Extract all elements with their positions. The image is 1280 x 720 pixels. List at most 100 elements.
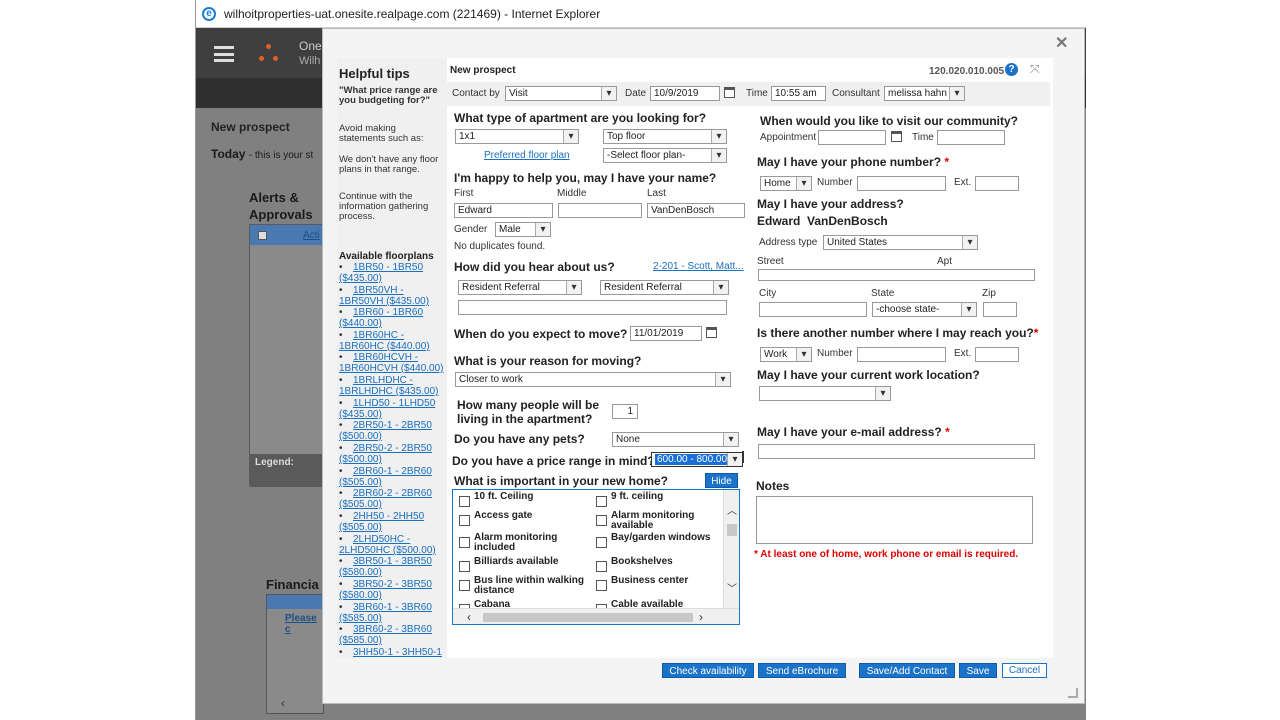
hear-question: How did you hear about us? [454,260,615,274]
work-location-select[interactable] [759,386,891,401]
floorplan-link[interactable]: 3BR50-1 - 3BR50 ($580.00) [339,556,447,578]
floorplan-link[interactable]: 2BR50-1 - 2BR50 ($500.00) [339,420,447,442]
amenities-hscroll[interactable]: ‹ › [453,608,739,624]
bg-action-link[interactable]: Acti [303,230,320,241]
reason-select[interactable]: Closer to work [455,372,731,387]
floorplan-link[interactable]: 1BR50VH - 1BR50VH ($435.00) [339,285,447,307]
amenity-checkbox[interactable] [459,537,470,548]
pets-select[interactable]: None [612,432,739,447]
people-input[interactable]: 1 [612,404,638,419]
hear-notes-input[interactable] [458,300,727,315]
amenity-checkbox[interactable] [459,580,470,591]
scroll-left-icon[interactable]: ‹ [467,610,471,624]
zip-input[interactable] [983,302,1017,317]
mouse-cursor-icon [742,451,744,463]
scroll-right-icon[interactable]: › [699,610,703,624]
floorplan-link[interactable]: 1BRLHDHC - 1BRLHDHC ($435.00) [339,375,447,397]
floorplan-link[interactable]: 2BR60-1 - 2BR60 ($505.00) [339,466,447,488]
middle-name-input[interactable] [558,203,642,218]
other-number-input[interactable] [857,347,946,362]
cancel-button[interactable]: Cancel [1002,663,1047,678]
city-input[interactable] [759,302,867,317]
amenity-checkbox[interactable] [596,515,607,526]
consultant-select[interactable]: melissa hahn [884,86,965,101]
bg-please-link[interactable]: Please c [285,613,323,635]
close-icon[interactable]: ✕ [1055,33,1068,53]
date-input[interactable]: 10/9/2019 [650,86,720,101]
email-question-text: May I have your e-mail address? [757,425,942,439]
gender-select[interactable]: Male [495,222,551,237]
bg-today-label: Today [211,147,246,161]
other-type-select[interactable]: Work [760,347,812,362]
appointment-calendar-icon[interactable] [891,131,902,142]
amenity-checkbox[interactable] [596,537,607,548]
check-availability-button[interactable]: Check availability [662,663,754,678]
title-bar: e wilhoitproperties-uat.onesite.realpage… [196,0,1086,28]
amenity-checkbox[interactable] [596,496,607,507]
floorplan-link[interactable]: 2LHD50HC - 2LHD50HC ($500.00) [339,534,447,556]
preferred-floor-plan-link[interactable]: Preferred floor plan [484,150,570,161]
address-type-select[interactable]: United States [823,235,978,250]
state-label: State [871,288,895,299]
floorplan-link[interactable]: 1BR50 - 1BR50 ($435.00) [339,262,447,284]
floorplan-link[interactable]: 3BR50-2 - 3BR50 ($580.00) [339,579,447,601]
floorplan-link[interactable]: 1BR60HC - 1BR60HC ($440.00) [339,330,447,352]
floorplan-link[interactable]: 2HH50 - 2HH50 ($505.00) [339,511,447,533]
bg-alerts: Alerts & [249,190,299,205]
other-ext-input[interactable] [975,347,1019,362]
contact-by-select[interactable]: Visit [505,86,617,101]
floorplan-link[interactable]: 3BR60-1 - 3BR60 ($585.00) [339,602,447,624]
hear-detail-select[interactable]: Resident Referral [600,280,729,295]
move-calendar-icon[interactable] [706,327,717,338]
floorplan-link[interactable]: 2BR50-2 - 2BR50 ($500.00) [339,443,447,465]
floorplan-link[interactable]: 3HH50-1 - 3HH50-1 [339,647,447,658]
expand-icon[interactable]: ⤧ [1030,62,1040,77]
floorplan-link[interactable]: 1BR60HCVH - 1BR60HCVH ($440.00) [339,352,447,374]
hear-referrer-link[interactable]: 2-201 - Scott, Matt... [653,261,744,272]
scroll-thumb[interactable] [727,524,737,536]
save-add-contact-button[interactable]: Save/Add Contact [859,663,955,678]
notes-textarea[interactable] [756,496,1033,544]
floor-plan-select[interactable]: -Select floor plan- [603,148,727,163]
first-name-input[interactable]: Edward [454,203,553,218]
help-icon[interactable]: ? [1005,63,1018,76]
amenity-checkbox[interactable] [459,561,470,572]
hear-source-select[interactable]: Resident Referral [458,280,582,295]
floorplan-link[interactable]: 1BR60 - 1BR60 ($440.00) [339,307,447,329]
send-ebrochure-button[interactable]: Send eBrochure [758,663,846,678]
phone-type-select[interactable]: Home [760,176,812,191]
amenity-checkbox[interactable] [596,561,607,572]
amenity-checkbox[interactable] [596,580,607,591]
price-select[interactable]: 600.00 - 800.00 [651,452,743,467]
scroll-up-icon[interactable]: ︿ [727,502,737,517]
amenities-vscroll[interactable]: ︿ ﹀ [723,490,739,608]
appointment-input[interactable] [818,130,886,145]
street-input[interactable] [758,269,1035,281]
time-input[interactable]: 10:55 am [771,86,826,101]
state-select[interactable]: -choose state- [872,302,977,317]
menu-icon[interactable] [214,46,234,62]
floor-select[interactable]: Top floor [603,129,727,144]
floorplan-link[interactable]: 2BR60-2 - 2BR60 ($505.00) [339,488,447,510]
floorplan-link[interactable]: 1LHD50 - 1LHD50 ($435.00) [339,398,447,420]
bg-checkbox[interactable] [258,231,267,240]
hide-button[interactable]: Hide [705,473,738,488]
amenity-checkbox[interactable] [459,515,470,526]
bg-today-sub: - this is your st [248,150,314,161]
scroll-down-icon[interactable]: ﹀ [727,580,737,595]
people-question-1: How many people will be [457,398,600,412]
phone-ext-input[interactable] [975,176,1019,191]
floorplan-link[interactable]: 3BR60-2 - 3BR60 ($585.00) [339,624,447,646]
bg-scroll-left-icon[interactable]: ‹ [281,696,285,710]
last-name-input[interactable]: VanDenBosch [647,203,745,218]
resize-grip-icon[interactable] [1068,688,1078,698]
email-input[interactable] [758,444,1035,459]
appt-time-input[interactable] [937,130,1005,145]
move-date-input[interactable]: 11/01/2019 [630,326,702,341]
hscroll-thumb[interactable] [483,613,693,622]
calendar-icon[interactable] [724,87,735,98]
save-button[interactable]: Save [959,663,997,678]
amenity-checkbox[interactable] [459,496,470,507]
apt-type-select[interactable]: 1x1 [455,129,579,144]
phone-number-input[interactable] [857,176,946,191]
